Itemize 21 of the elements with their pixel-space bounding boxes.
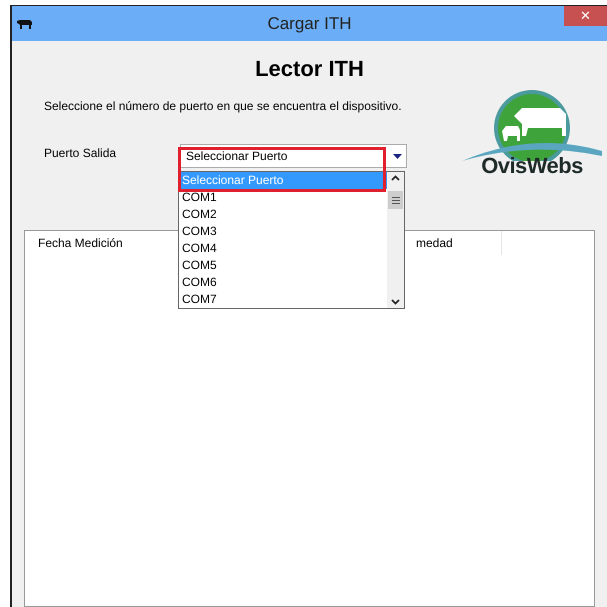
column-header[interactable]: Fecha Medición (25, 234, 165, 252)
port-option[interactable]: COM1 (179, 189, 387, 206)
dropdown-arrow-icon (393, 154, 402, 158)
heading: Lector ITH (255, 55, 364, 83)
port-option[interactable]: COM2 (179, 206, 387, 223)
port-option[interactable]: COM4 (179, 240, 387, 257)
instruction-text: Seleccione el número de puerto en que se encuentra el dispositivo. (44, 99, 402, 113)
scroll-thumb[interactable] (388, 191, 403, 209)
window-title: Cargar ITH (267, 12, 352, 35)
close-button[interactable]: ✕ (564, 6, 607, 26)
port-option[interactable]: COM7 (179, 291, 387, 308)
scrollbar[interactable] (387, 172, 404, 308)
cow-icon (16, 19, 34, 29)
column-header[interactable]: medad (415, 231, 502, 255)
port-label: Puerto Salida (44, 145, 118, 162)
scroll-up-icon[interactable] (391, 175, 400, 181)
port-option[interactable]: COM3 (179, 223, 387, 240)
port-option[interactable]: COM6 (179, 274, 387, 291)
logo-text: OvisWebs (481, 155, 583, 177)
scroll-down-icon[interactable] (391, 299, 400, 305)
port-option[interactable]: COM5 (179, 257, 387, 274)
